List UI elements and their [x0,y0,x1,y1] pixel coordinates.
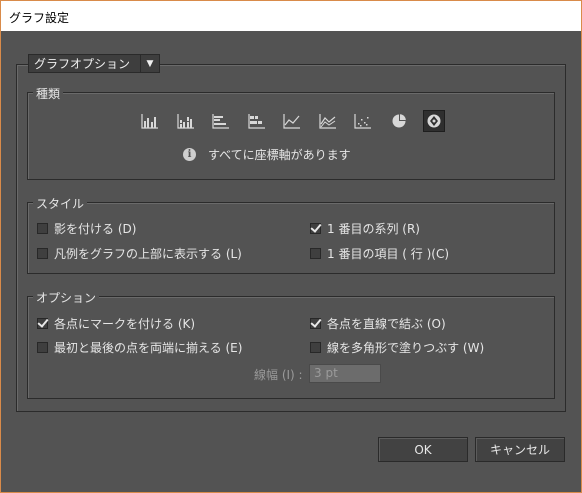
radar-graph-icon[interactable] [423,110,445,132]
cancel-button[interactable]: キャンセル [475,437,565,462]
checkbox-box[interactable] [310,318,321,329]
first-item-checkbox[interactable]: 1 番目の項目 ( 行 )(C) [310,245,449,262]
pie-graph-icon[interactable] [388,110,410,132]
info-icon: i [183,148,196,161]
align-endpoints-checkbox[interactable]: 最初と最後の点を両端に揃える (E) [37,339,242,356]
checkbox-box[interactable] [310,342,321,353]
line-graph-icon[interactable] [281,110,303,132]
checkbox-label: 各点にマークを付ける (K) [54,317,196,331]
title-bar: グラフ設定 [1,1,581,31]
style-group [27,202,555,274]
checkbox-box[interactable] [310,248,321,259]
checkbox-label: 1 番目の系列 (R) [327,222,420,236]
style-group-label: スタイル [33,195,88,212]
grouped-bar-graph-icon[interactable] [210,110,232,132]
grouped-column-graph-icon[interactable] [139,110,161,132]
checkbox-box[interactable] [37,342,48,353]
axis-info: i すべてに座標軸があります [183,146,351,163]
window-title: グラフ設定 [9,11,70,25]
checkbox-label: 線を多角形で塗りつぶす (W) [327,341,485,355]
connect-lines-checkbox[interactable]: 各点を直線で結ぶ (O) [310,315,446,332]
stacked-column-graph-icon[interactable] [175,110,197,132]
mark-points-checkbox[interactable]: 各点にマークを付ける (K) [37,315,195,332]
checkbox-label: 影を付ける (D) [54,222,137,236]
line-width-label: 線幅 (I) : [254,368,303,382]
checkbox-label: 最初と最後の点を両端に揃える (E) [54,341,243,355]
checkbox-label: 1 番目の項目 ( 行 )(C) [327,247,449,261]
ok-button[interactable]: OK [378,437,468,462]
options-group-label: オプション [33,289,100,306]
checkbox-label: 各点を直線で結ぶ (O) [327,317,446,331]
checkbox-box[interactable] [37,223,48,234]
checkbox-box[interactable] [37,248,48,259]
stacked-bar-graph-icon[interactable] [246,110,268,132]
checkbox-box[interactable] [310,223,321,234]
type-group [27,92,555,180]
line-width-input[interactable]: 3 pt [309,364,381,383]
chevron-down-icon[interactable]: ▼ [140,55,159,72]
graph-type-buttons [139,110,459,132]
area-graph-icon[interactable] [317,110,339,132]
checkbox-label: 凡例をグラフの上部に表示する (L) [54,247,242,261]
shadow-checkbox[interactable]: 影を付ける (D) [37,220,136,237]
type-group-label: 種類 [33,85,64,102]
scatter-graph-icon[interactable] [352,110,374,132]
axis-info-text: すべてに座標軸があります [208,148,351,162]
dropdown-label: グラフオプション [34,57,131,71]
checkbox-box[interactable] [37,318,48,329]
legend-top-checkbox[interactable]: 凡例をグラフの上部に表示する (L) [37,245,242,262]
first-series-checkbox[interactable]: 1 番目の系列 (R) [310,220,420,237]
graph-options-dropdown[interactable]: グラフオプション ▼ [28,54,160,73]
fill-polygon-checkbox[interactable]: 線を多角形で塗りつぶす (W) [310,339,484,356]
